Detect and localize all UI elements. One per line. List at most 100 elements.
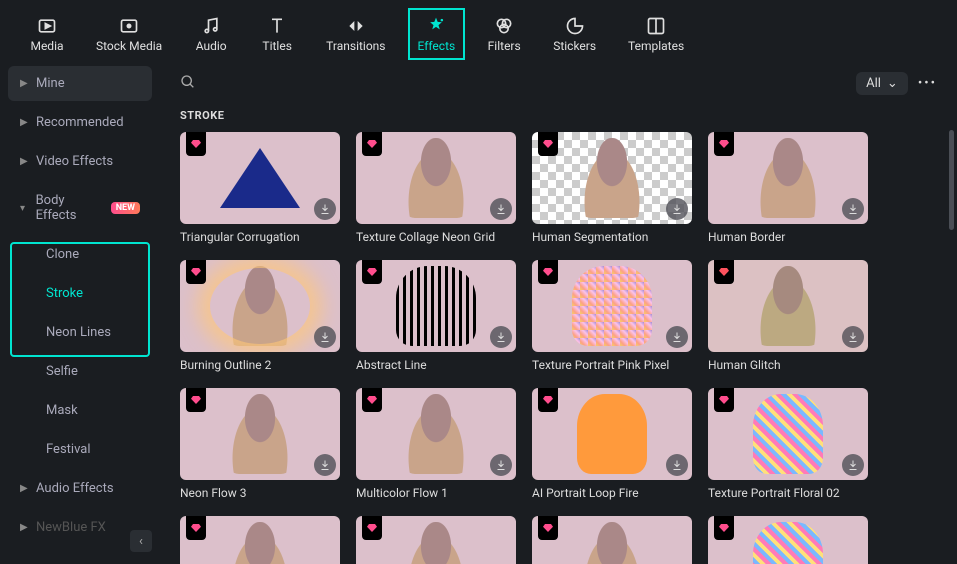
new-badge: NEW [111,202,140,214]
tab-label: Effects [418,39,456,53]
tab-stock-media[interactable]: Stock Media [86,8,172,60]
effect-title: Burning Outline 2 [180,358,340,372]
chevron-left-icon: ‹ [139,534,143,549]
chevron-right-icon: ▶ [20,117,28,128]
premium-icon [538,388,558,412]
premium-icon [362,260,382,284]
download-icon[interactable] [666,198,688,220]
download-icon[interactable] [314,454,336,476]
filter-dropdown[interactable]: All ⌄ [856,72,908,95]
sidebar-item-video-effects[interactable]: ▶ Video Effects [8,144,152,179]
section-title: STROKE [160,107,957,132]
tab-stickers[interactable]: Stickers [543,8,606,60]
tab-label: Stickers [553,39,596,53]
scrollbar-thumb[interactable] [949,130,954,230]
effect-card[interactable] [356,516,516,564]
download-icon[interactable] [842,198,864,220]
effect-card[interactable]: Abstract Line [356,260,516,372]
effects-grid: Triangular Corrugation Texture Collage N… [160,132,957,564]
premium-icon [538,132,558,156]
effect-card[interactable] [532,516,692,564]
effect-card[interactable]: Neon Flow 3 [180,388,340,500]
sidebar-label: Selfie [46,364,78,379]
download-icon[interactable] [666,326,688,348]
sidebar-item-audio-effects[interactable]: ▶ Audio Effects [8,471,152,506]
tab-media[interactable]: Media [20,8,74,60]
sidebar-item-stroke[interactable]: Stroke [8,276,152,311]
premium-icon [186,516,206,540]
effect-card[interactable] [180,516,340,564]
collapse-sidebar-button[interactable]: ‹ [130,530,152,552]
download-icon[interactable] [842,326,864,348]
effect-card[interactable]: AI Portrait Loop Fire [532,388,692,500]
premium-icon [714,388,734,412]
stock-media-icon [118,15,140,37]
effect-card[interactable]: Human Border [708,132,868,244]
tab-transitions[interactable]: Transitions [316,8,395,60]
chevron-right-icon: ▶ [20,156,28,167]
effect-card[interactable]: Triangular Corrugation [180,132,340,244]
download-icon[interactable] [314,326,336,348]
sidebar-item-body-effects[interactable]: ▾ Body Effects NEW [8,183,152,233]
effect-card[interactable]: Multicolor Flow 1 [356,388,516,500]
premium-icon [714,516,734,540]
premium-icon [362,388,382,412]
tab-templates[interactable]: Templates [618,8,694,60]
transitions-icon [345,15,367,37]
download-icon[interactable] [490,326,512,348]
effect-title: Human Border [708,230,868,244]
content-header: All ⌄ ••• [160,60,957,107]
effect-title: Neon Flow 3 [180,486,340,500]
effect-title: Triangular Corrugation [180,230,340,244]
sidebar-item-festival[interactable]: Festival [8,432,152,467]
effects-icon [425,15,447,37]
sidebar-label: Stroke [46,286,83,301]
sidebar-label: NewBlue FX [36,520,106,535]
tab-label: Titles [262,39,291,53]
chevron-down-icon: ⌄ [887,76,898,91]
premium-icon [186,132,206,156]
download-icon[interactable] [490,454,512,476]
effect-card[interactable]: Texture Portrait Pink Pixel [532,260,692,372]
effect-title: Texture Portrait Floral 02 [708,486,868,500]
effect-card[interactable] [708,516,868,564]
tab-filters[interactable]: Filters [477,8,531,60]
sidebar-item-selfie[interactable]: Selfie [8,354,152,389]
download-icon[interactable] [842,454,864,476]
templates-icon [645,15,667,37]
tab-effects[interactable]: Effects [408,8,466,60]
download-icon[interactable] [666,454,688,476]
effect-card[interactable]: Burning Outline 2 [180,260,340,372]
tab-label: Stock Media [96,39,162,53]
premium-icon [362,132,382,156]
sidebar-item-clone[interactable]: Clone [8,237,152,272]
sidebar-item-recommended[interactable]: ▶ Recommended [8,105,152,140]
chevron-right-icon: ▶ [20,522,28,533]
sidebar-label: Mine [36,76,65,91]
sidebar-item-neon-lines[interactable]: Neon Lines [8,315,152,350]
premium-icon [538,260,558,284]
sidebar-label: Festival [46,442,91,457]
sidebar-item-mine[interactable]: ▶ Mine [8,66,152,101]
effect-title: Human Glitch [708,358,868,372]
premium-icon [186,388,206,412]
sidebar-label: Audio Effects [36,481,114,496]
sidebar: ▶ Mine ▶ Recommended ▶ Video Effects ▾ B… [0,60,160,564]
tab-titles[interactable]: Titles [250,8,304,60]
titles-icon [266,15,288,37]
search-icon[interactable] [180,74,196,94]
effect-card[interactable]: Texture Portrait Floral 02 [708,388,868,500]
effect-title: Abstract Line [356,358,516,372]
sidebar-item-mask[interactable]: Mask [8,393,152,428]
tab-audio[interactable]: Audio [184,8,238,60]
effect-card[interactable]: Texture Collage Neon Grid [356,132,516,244]
effect-card[interactable]: Human Segmentation [532,132,692,244]
sidebar-label: Neon Lines [46,325,111,340]
content-area: All ⌄ ••• STROKE Triangular Corrugation … [160,60,957,564]
tab-label: Transitions [326,39,385,53]
more-options-button[interactable]: ••• [918,76,937,91]
sidebar-label: Clone [46,247,79,262]
download-icon[interactable] [314,198,336,220]
download-icon[interactable] [490,198,512,220]
effect-card[interactable]: Human Glitch [708,260,868,372]
